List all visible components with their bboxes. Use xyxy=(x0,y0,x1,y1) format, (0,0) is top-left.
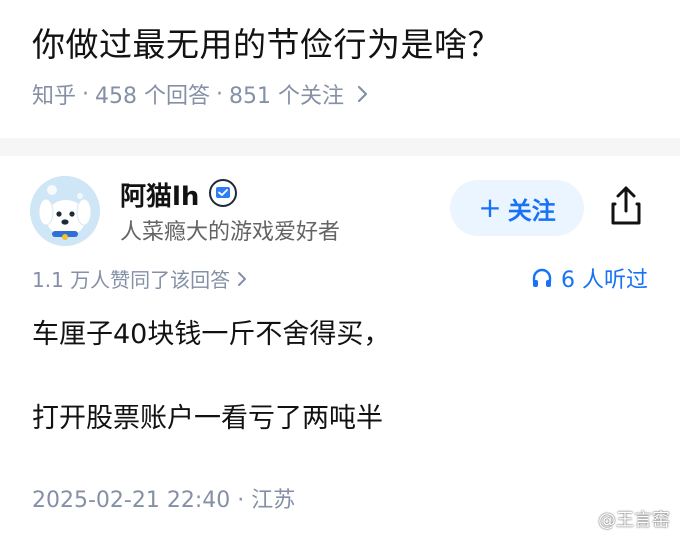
source-label: 知乎 xyxy=(32,84,77,109)
chevron-right-icon xyxy=(238,271,247,286)
verified-badge-icon xyxy=(209,179,237,207)
meta-separator: · xyxy=(216,81,224,107)
meta-separator: · xyxy=(82,81,90,107)
author-name[interactable]: 阿猫lh xyxy=(120,176,199,213)
headphones-icon xyxy=(532,268,552,287)
author-bio: 人菜瘾大的游戏爱好者 xyxy=(120,220,341,245)
upvote-text: 1.1 万人赞同了该回答 xyxy=(32,268,231,292)
follow-button[interactable]: + 关注 xyxy=(450,180,584,236)
listen-count[interactable]: 6 人听过 xyxy=(531,262,648,294)
footer-separator: · xyxy=(237,488,245,513)
question-header: 你做过最无用的节俭行为是啥？ 知乎 · 458 个回答 · 851 个关注 xyxy=(0,0,680,138)
chevron-right-icon xyxy=(357,85,368,103)
answer-location: 江苏 xyxy=(251,488,296,513)
followers-count: 851 个关注 xyxy=(229,84,345,109)
listen-text: 6 人听过 xyxy=(561,268,648,293)
answer-paragraph: 打开股票账户一看亏了两吨半 xyxy=(32,403,383,434)
section-divider xyxy=(0,138,680,156)
answers-count: 458 个回答 xyxy=(95,84,211,109)
answer-card: 阿猫lh 人菜瘾大的游戏爱好者 + 关注 1.1 万人赞同了该回答 6 人听过 … xyxy=(0,156,680,538)
weibo-logo-icon xyxy=(573,512,593,528)
weibo-watermark: @王言窑 xyxy=(572,506,670,532)
answer-footer: 2025-02-21 22:40 · 江苏 xyxy=(32,482,295,514)
question-title[interactable]: 你做过最无用的节俭行为是啥？ xyxy=(32,18,501,66)
answer-datetime: 2025-02-21 22:40 xyxy=(32,488,231,513)
question-meta[interactable]: 知乎 · 458 个回答 · 851 个关注 xyxy=(32,78,370,110)
follow-label: 关注 xyxy=(507,196,556,225)
answer-paragraph: 车厘子40块钱一斤不舍得买， xyxy=(32,319,391,350)
dog-avatar-icon[interactable] xyxy=(30,176,100,246)
watermark-text: @王言窑 xyxy=(598,510,670,531)
share-icon[interactable] xyxy=(606,184,646,228)
upvote-summary[interactable]: 1.1 万人赞同了该回答 xyxy=(32,264,248,293)
plus-icon: + xyxy=(478,191,502,224)
